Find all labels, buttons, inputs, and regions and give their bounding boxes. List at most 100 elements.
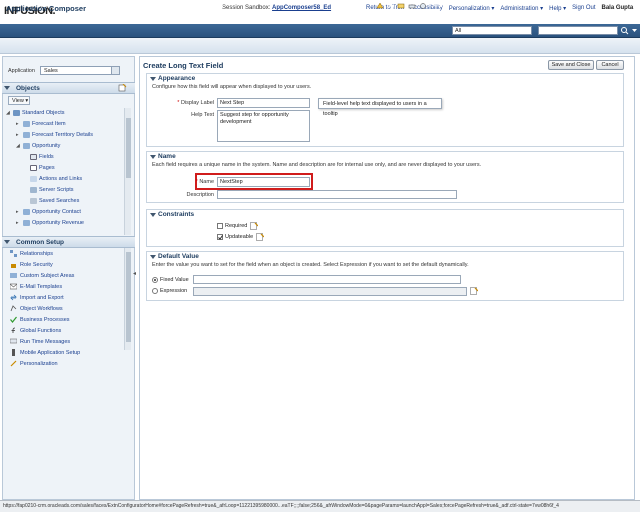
search-options-icon[interactable] xyxy=(630,26,639,35)
setup-item-label: Mobile Application Setup xyxy=(20,349,81,356)
sign-out-link[interactable]: Sign Out xyxy=(572,5,595,12)
setup-item-business-processes[interactable]: Business Processes xyxy=(10,316,70,323)
tree-item-label: Saved Searches xyxy=(39,198,80,204)
cancel-button[interactable]: Cancel xyxy=(596,60,624,70)
import-export-icon xyxy=(10,294,17,301)
appearance-header[interactable]: Appearance xyxy=(147,74,623,84)
description-input[interactable] xyxy=(217,190,457,199)
tree-item-forecast-territory-details[interactable]: ▸ Forecast Territory Details xyxy=(16,132,93,138)
fixed-value-label: Fixed Value xyxy=(160,277,189,283)
expand-icon[interactable]: ▸ xyxy=(16,132,21,138)
tree-item-fields[interactable]: Fields xyxy=(30,154,54,160)
setup-item-label: Object Workflows xyxy=(20,305,63,312)
save-and-close-button[interactable]: Save and Close xyxy=(548,60,594,70)
setup-item-mobile-application-setup[interactable]: Mobile Application Setup xyxy=(10,349,80,356)
administration-menu[interactable]: Administration ▾ xyxy=(500,5,543,12)
setup-item-import-export[interactable]: Import and Export xyxy=(10,294,64,301)
role-security-icon xyxy=(11,264,16,268)
setup-item-custom-subject-areas[interactable]: Custom Subject Areas xyxy=(10,272,74,279)
notification-count: (0) xyxy=(387,3,395,9)
setup-item-label: Personalization xyxy=(20,360,58,367)
expand-icon[interactable]: ▸ xyxy=(16,121,21,127)
collapse-icon[interactable] xyxy=(4,85,10,91)
new-object-icon[interactable] xyxy=(118,84,127,92)
search-scope-select[interactable]: All xyxy=(452,26,532,35)
tree-item-label: Opportunity Contact xyxy=(32,209,81,215)
setup-item-global-functions[interactable]: Global Functions xyxy=(10,327,61,334)
checkmark-icon xyxy=(10,316,17,323)
nav-spaces[interactable]: Spaces xyxy=(203,3,223,10)
scrollbar-thumb[interactable] xyxy=(126,118,131,178)
expression-radio[interactable] xyxy=(152,288,158,294)
tree-item-saved-searches[interactable]: Saved Searches xyxy=(30,198,79,204)
nav-favorites[interactable]: Favorites ▾ xyxy=(111,3,140,10)
view-menu[interactable]: View ▾ xyxy=(8,96,30,105)
tree-item-label: Forecast Territory Details xyxy=(32,132,94,138)
object-icon xyxy=(23,121,30,127)
setup-item-personalization[interactable]: Personalization xyxy=(10,360,58,367)
help-text-input[interactable]: Suggest step for opportunity development xyxy=(217,110,310,142)
setup-item-relationships[interactable]: Relationships xyxy=(10,250,53,257)
expand-icon[interactable]: ▸ xyxy=(16,209,21,215)
function-icon xyxy=(11,327,16,333)
tree-item-server-scripts[interactable]: Server Scripts xyxy=(30,187,74,193)
constraints-header[interactable]: Constraints xyxy=(147,210,623,220)
expression-builder-icon[interactable] xyxy=(250,222,258,230)
default-value-header[interactable]: Default Value xyxy=(147,252,623,262)
setup-item-label: Import and Export xyxy=(20,294,64,301)
tree-item-pages[interactable]: Pages xyxy=(30,165,55,171)
required-label: Required xyxy=(225,223,248,229)
updateable-checkbox[interactable] xyxy=(217,234,223,240)
tree-item-forecast-item[interactable]: ▸ Forecast Item xyxy=(16,121,66,127)
expression-input[interactable] xyxy=(193,287,467,296)
tree-item-label: Opportunity xyxy=(32,143,61,149)
scrollbar-thumb[interactable] xyxy=(126,252,131,342)
notification-icon[interactable] xyxy=(376,2,384,10)
common-setup-header[interactable]: Common Setup xyxy=(2,236,135,248)
print-icon[interactable] xyxy=(408,2,416,10)
search-icon[interactable] xyxy=(620,26,629,35)
expand-icon[interactable]: ◢ xyxy=(6,110,11,116)
help-menu[interactable]: Help ▾ xyxy=(549,5,566,12)
fixed-value-radio[interactable] xyxy=(152,277,158,283)
expand-icon[interactable]: ▸ xyxy=(16,220,21,226)
expression-builder-icon[interactable] xyxy=(256,233,264,241)
chevron-down-icon[interactable] xyxy=(111,67,119,74)
common-setup-scrollbar[interactable] xyxy=(124,248,131,350)
appearance-description: Configure how this field will appear whe… xyxy=(152,84,312,90)
objects-scrollbar[interactable] xyxy=(124,108,131,235)
name-header[interactable]: Name xyxy=(147,152,623,162)
setup-item-object-workflows[interactable]: Object Workflows xyxy=(10,305,63,312)
tree-item-standard-objects[interactable]: ◢ Standard Objects xyxy=(6,110,65,116)
description-label: Description xyxy=(186,192,214,198)
tree-item-label: Forecast Item xyxy=(32,121,66,127)
preferences-icon[interactable] xyxy=(419,2,427,10)
display-label-input[interactable]: Next Step xyxy=(217,98,310,108)
setup-item-run-time-messages[interactable]: Run Time Messages xyxy=(10,338,70,345)
expand-icon[interactable]: ◢ xyxy=(16,143,21,149)
nav-tags[interactable]: Tags xyxy=(184,3,197,10)
setup-item-email-templates[interactable]: E-Mail Templates xyxy=(10,283,62,290)
search-input[interactable] xyxy=(538,26,618,35)
tree-item-opportunity[interactable]: ◢ Opportunity xyxy=(16,143,60,149)
sandbox-link[interactable]: AppComposer58_Ed xyxy=(272,5,331,11)
tag-icon[interactable] xyxy=(397,2,405,10)
required-checkbox[interactable] xyxy=(217,223,223,229)
name-input[interactable]: NextStep xyxy=(217,177,310,187)
tree-item-label: Standard Objects xyxy=(22,110,65,116)
fixed-value-input[interactable] xyxy=(193,275,461,284)
sandbox-info: Session Sandbox: AppComposer58_Ed xyxy=(222,5,331,11)
setup-item-role-security[interactable]: Role Security xyxy=(10,261,53,268)
object-icon xyxy=(23,132,30,138)
nav-watchlist[interactable]: Watchlist ▾ xyxy=(148,3,177,10)
expression-builder-icon[interactable] xyxy=(470,287,478,295)
tree-item-opportunity-contact[interactable]: ▸ Opportunity Contact xyxy=(16,209,81,215)
tree-item-label: Fields xyxy=(39,154,54,160)
personalization-icon xyxy=(10,360,17,367)
collapse-icon[interactable] xyxy=(4,239,10,245)
personalization-menu[interactable]: Personalization ▾ xyxy=(449,5,495,12)
application-select[interactable]: Sales xyxy=(40,66,120,75)
tree-item-actions-and-links[interactable]: Actions and Links xyxy=(30,176,82,182)
tree-item-opportunity-revenue[interactable]: ▸ Opportunity Revenue xyxy=(16,220,84,226)
objects-header[interactable]: Objects xyxy=(2,82,135,94)
